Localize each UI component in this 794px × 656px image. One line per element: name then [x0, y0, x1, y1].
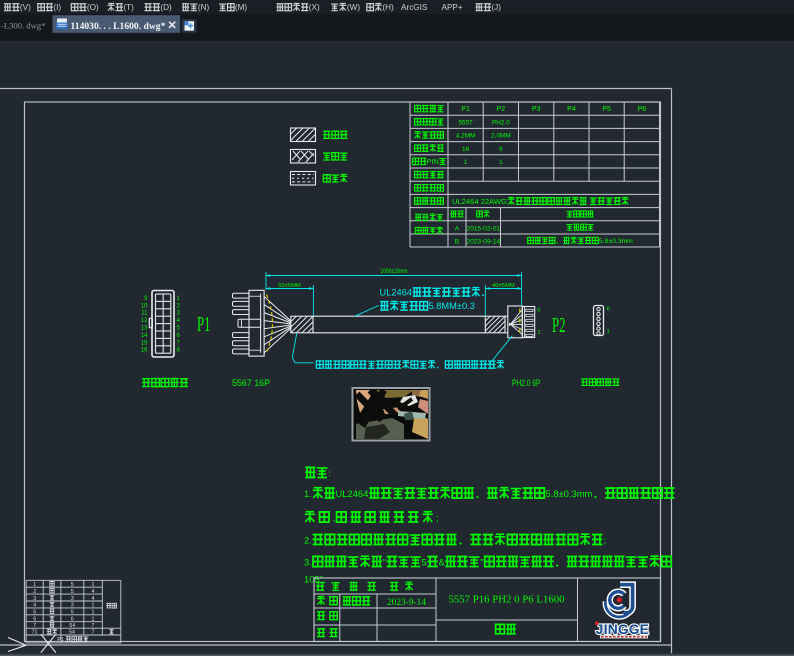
- svg-text:4.2MM: 4.2MM: [456, 133, 476, 140]
- svg-text:P2: P2: [552, 313, 566, 337]
- svg-text:4: 4: [92, 589, 95, 595]
- svg-text:;: ;: [604, 535, 607, 546]
- svg-text:P4: P4: [567, 106, 576, 113]
- svg-text:(D): (D): [160, 3, 172, 12]
- svg-text:16: 16: [141, 348, 148, 354]
- svg-text:1.: 1.: [304, 488, 312, 499]
- svg-text:3.: 3.: [304, 557, 312, 568]
- svg-text:&: &: [439, 557, 446, 568]
- svg-text:4: 4: [33, 603, 36, 609]
- svg-text:1000±20mm: 1000±20mm: [381, 268, 408, 275]
- svg-text:2.0MM: 2.0MM: [491, 133, 511, 140]
- svg-text:7: 7: [92, 623, 95, 629]
- svg-text:6: 6: [537, 307, 540, 313]
- svg-text::: :: [328, 468, 331, 479]
- svg-text:P3: P3: [532, 106, 541, 113]
- svg-text:1: 1: [499, 159, 503, 166]
- svg-text:6: 6: [607, 307, 610, 313]
- svg-text:B: B: [455, 239, 460, 246]
- svg-text:1: 1: [92, 582, 95, 588]
- svg-text:(N): (N): [198, 3, 210, 12]
- svg-text:PIN: PIN: [427, 157, 439, 166]
- svg-text:PH2.0: PH2.0: [492, 119, 510, 126]
- svg-text:5557: 5557: [458, 119, 473, 126]
- svg-text:(J): (J): [491, 3, 501, 12]
- svg-text:UL2464 22AWG: UL2464 22AWG: [452, 197, 507, 206]
- svg-text:5557 P16 PH2 0 P6 L1600: 5557 P16 PH2 0 P6 L1600: [449, 595, 565, 606]
- svg-text:A: A: [455, 225, 460, 232]
- svg-text:5: 5: [71, 610, 74, 616]
- svg-text:(I): (I): [53, 3, 61, 12]
- svg-text:P2: P2: [497, 106, 506, 113]
- svg-text:2023-9-14: 2023-9-14: [387, 598, 426, 608]
- svg-text:JINGGE: JINGGE: [596, 622, 649, 637]
- svg-text:1: 1: [33, 582, 36, 588]
- svg-text:P1: P1: [57, 637, 65, 643]
- svg-text:P1: P1: [197, 312, 211, 336]
- svg-text:15: 15: [141, 340, 148, 346]
- svg-text:5.8±0.3mm: 5.8±0.3mm: [546, 488, 593, 499]
- svg-text:1: 1: [538, 330, 541, 336]
- svg-text:APP+: APP+: [442, 3, 463, 12]
- svg-text:2015-02-01: 2015-02-01: [466, 225, 500, 232]
- svg-text:12: 12: [141, 318, 148, 324]
- svg-text:5.8MM±0.3: 5.8MM±0.3: [429, 301, 475, 311]
- svg-text:7: 7: [92, 629, 95, 635]
- svg-text:UL2464: UL2464: [336, 488, 369, 499]
- svg-text:5: 5: [421, 557, 426, 568]
- svg-text:5: 5: [71, 589, 74, 595]
- svg-text:50±5MM: 50±5MM: [278, 283, 301, 289]
- svg-text:1: 1: [92, 617, 95, 623]
- svg-text:(X): (X): [309, 3, 320, 12]
- svg-text:-L300. dwg*: -L300. dwg*: [1, 21, 45, 31]
- svg-text:P5: P5: [602, 106, 611, 113]
- svg-text:5: 5: [33, 610, 36, 616]
- svg-text:(V): (V): [20, 3, 31, 12]
- svg-text:5567 16P: 5567 16P: [232, 378, 270, 388]
- svg-text:11: 11: [141, 311, 148, 317]
- svg-text:3: 3: [33, 596, 36, 602]
- svg-text:6: 6: [71, 617, 74, 623]
- svg-text:PH2.0 6P: PH2.0 6P: [512, 378, 541, 388]
- svg-text:(H): (H): [382, 3, 394, 12]
- svg-text:71: 71: [32, 629, 38, 635]
- svg-text:6: 6: [499, 146, 503, 153]
- svg-text:(T): (T): [123, 3, 134, 12]
- svg-text:4: 4: [92, 596, 95, 602]
- svg-text:3: 3: [71, 596, 74, 602]
- svg-text:2: 2: [33, 589, 36, 595]
- svg-text:P1: P1: [461, 106, 470, 113]
- svg-text:,: ,: [333, 512, 336, 523]
- svg-text:1: 1: [92, 610, 95, 616]
- svg-text:6: 6: [33, 617, 36, 623]
- svg-text:1: 1: [607, 329, 610, 335]
- svg-text:(O): (O): [87, 3, 99, 12]
- svg-text:5: 5: [71, 582, 74, 588]
- svg-text:5.8±0.3mm: 5.8±0.3mm: [599, 238, 633, 245]
- svg-text:;: ;: [436, 512, 439, 523]
- svg-text:114030. . . L1600. dwg*: 114030. . . L1600. dwg*: [71, 21, 166, 32]
- svg-text:(M): (M): [235, 3, 248, 12]
- svg-text:14: 14: [141, 333, 148, 339]
- svg-text:": ": [480, 557, 483, 568]
- svg-text:UL2464: UL2464: [380, 287, 413, 297]
- svg-text:16: 16: [462, 146, 470, 153]
- svg-text:3: 3: [71, 603, 74, 609]
- svg-text:2.: 2.: [304, 535, 312, 546]
- svg-text:": ": [383, 557, 386, 568]
- svg-text:1: 1: [464, 159, 468, 166]
- svg-text:ArcGIS: ArcGIS: [401, 3, 428, 12]
- svg-text:54: 54: [69, 623, 75, 629]
- svg-text:P6: P6: [638, 106, 647, 113]
- svg-text:13: 13: [141, 326, 148, 332]
- svg-text:1: 1: [92, 603, 95, 609]
- svg-text:10: 10: [141, 303, 148, 309]
- svg-text:(W): (W): [347, 3, 360, 12]
- svg-text:2023-09-14: 2023-09-14: [466, 239, 500, 246]
- svg-text:7: 7: [33, 623, 36, 629]
- svg-text:40±5MM: 40±5MM: [492, 283, 515, 289]
- svg-text:54: 54: [69, 629, 75, 635]
